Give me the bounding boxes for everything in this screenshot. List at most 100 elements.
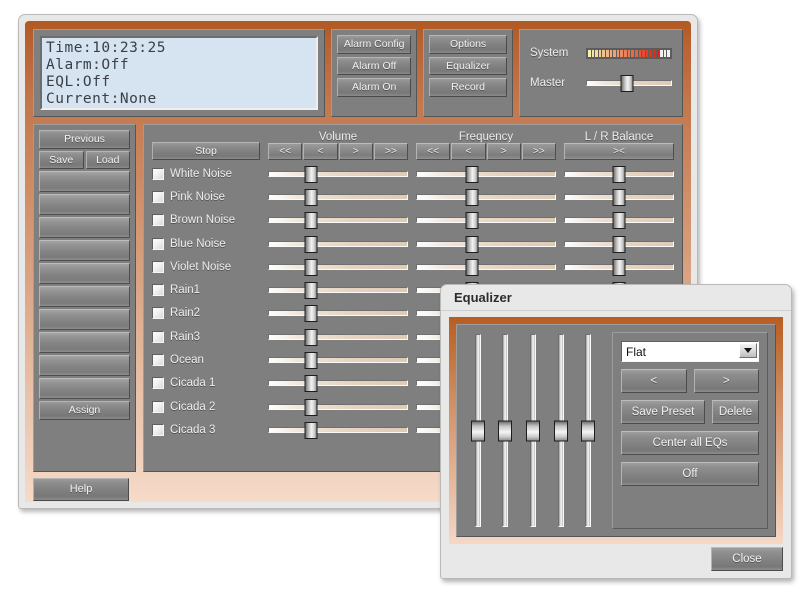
eq-off-button[interactable]: Off (621, 462, 759, 486)
balance-slider-thumb[interactable] (612, 258, 626, 276)
sound-enable-checkbox[interactable] (152, 423, 164, 436)
volume-column-nudge-next[interactable]: > (338, 143, 373, 160)
frequency-column-nudge-prevprev[interactable]: << (416, 143, 451, 160)
volume-slider-thumb[interactable] (304, 328, 318, 346)
stop-button[interactable]: Stop (152, 141, 260, 160)
eq-band-thumb[interactable] (525, 420, 540, 441)
volume-slider[interactable] (268, 282, 408, 300)
frequency-column-nudge-nextnext[interactable]: >> (521, 143, 556, 160)
balance-slider[interactable] (564, 165, 674, 183)
balance-slider-thumb[interactable] (612, 235, 626, 253)
eq-center-all-button[interactable]: Center all EQs (621, 431, 759, 455)
volume-slider[interactable] (268, 421, 408, 439)
frequency-slider[interactable] (416, 188, 556, 206)
eq-band-slider[interactable] (580, 332, 596, 529)
volume-slider[interactable] (268, 212, 408, 230)
sound-enable-checkbox[interactable] (152, 307, 164, 320)
frequency-column-nudge-next[interactable]: > (486, 143, 521, 160)
eq-band-slider[interactable] (525, 332, 541, 529)
volume-slider[interactable] (268, 375, 408, 393)
volume-column-nudge-prev[interactable]: < (303, 143, 338, 160)
frequency-slider-thumb[interactable] (465, 235, 479, 253)
frequency-slider[interactable] (416, 165, 556, 183)
volume-slider-thumb[interactable] (304, 398, 318, 416)
sound-enable-checkbox[interactable] (152, 167, 164, 180)
balance-slider[interactable] (564, 235, 674, 253)
alarm-on-button[interactable]: Alarm On (337, 78, 412, 97)
help-button[interactable]: Help (33, 478, 129, 501)
volume-slider-thumb[interactable] (304, 188, 318, 206)
eq-band-thumb[interactable] (553, 420, 568, 441)
frequency-slider[interactable] (416, 235, 556, 253)
balance-slider[interactable] (564, 212, 674, 230)
preset-slot[interactable] (39, 240, 130, 261)
eq-band-slider[interactable] (553, 332, 569, 529)
balance-slider[interactable] (564, 188, 674, 206)
volume-slider-thumb[interactable] (304, 258, 318, 276)
volume-slider-thumb[interactable] (304, 305, 318, 323)
options-button[interactable]: Options (429, 35, 507, 54)
alarm-off-button[interactable]: Alarm Off (337, 56, 412, 75)
volume-slider-thumb[interactable] (304, 212, 318, 230)
preset-slot[interactable] (39, 286, 130, 307)
balance-slider-thumb[interactable] (612, 165, 626, 183)
volume-slider-thumb[interactable] (304, 235, 318, 253)
frequency-slider[interactable] (416, 258, 556, 276)
sound-enable-checkbox[interactable] (152, 330, 164, 343)
volume-slider[interactable] (268, 188, 408, 206)
volume-slider[interactable] (268, 258, 408, 276)
preset-slot[interactable] (39, 217, 130, 238)
chevron-down-icon[interactable] (739, 343, 757, 358)
sound-enable-checkbox[interactable] (152, 237, 164, 250)
volume-slider[interactable] (268, 328, 408, 346)
sound-enable-checkbox[interactable] (152, 284, 164, 297)
eq-band-thumb[interactable] (470, 420, 485, 441)
eq-prev-preset-button[interactable]: < (621, 369, 687, 393)
balance-slider-thumb[interactable] (612, 188, 626, 206)
balance-column-nudge-nextprev[interactable]: >< (564, 143, 674, 160)
eq-band-thumb[interactable] (581, 420, 596, 441)
sound-enable-checkbox[interactable] (152, 377, 164, 390)
preset-slot[interactable] (39, 378, 130, 399)
sound-enable-checkbox[interactable] (152, 400, 164, 413)
volume-slider[interactable] (268, 235, 408, 253)
record-button[interactable]: Record (429, 78, 507, 97)
volume-slider[interactable] (268, 398, 408, 416)
frequency-slider-thumb[interactable] (465, 165, 479, 183)
frequency-slider-thumb[interactable] (465, 188, 479, 206)
save-button[interactable]: Save (39, 150, 84, 169)
volume-slider-thumb[interactable] (304, 375, 318, 393)
eq-band-thumb[interactable] (498, 420, 513, 441)
volume-slider[interactable] (268, 305, 408, 323)
frequency-column-nudge-prev[interactable]: < (451, 143, 486, 160)
volume-slider[interactable] (268, 352, 408, 370)
frequency-slider-thumb[interactable] (465, 258, 479, 276)
volume-slider-thumb[interactable] (304, 421, 318, 439)
assign-button[interactable]: Assign (39, 401, 130, 420)
previous-button[interactable]: Previous (39, 130, 130, 149)
preset-slot[interactable] (39, 355, 130, 376)
load-button[interactable]: Load (85, 150, 130, 169)
volume-column-nudge-nextnext[interactable]: >> (373, 143, 408, 160)
preset-slot[interactable] (39, 171, 130, 192)
preset-slot[interactable] (39, 194, 130, 215)
sound-enable-checkbox[interactable] (152, 214, 164, 227)
eq-band-slider[interactable] (470, 332, 486, 529)
eq-band-slider[interactable] (497, 332, 513, 529)
volume-slider-thumb[interactable] (304, 352, 318, 370)
eq-save-preset-button[interactable]: Save Preset (621, 400, 705, 424)
balance-slider-thumb[interactable] (612, 212, 626, 230)
preset-slot[interactable] (39, 309, 130, 330)
eq-delete-preset-button[interactable]: Delete (712, 400, 759, 424)
alarm-config-button[interactable]: Alarm Config (337, 35, 412, 54)
eq-preset-select[interactable]: Flat (621, 341, 759, 362)
close-button[interactable]: Close (711, 547, 783, 571)
preset-slot[interactable] (39, 332, 130, 353)
volume-slider[interactable] (268, 165, 408, 183)
volume-column-nudge-prevprev[interactable]: << (268, 143, 303, 160)
frequency-slider[interactable] (416, 212, 556, 230)
eq-next-preset-button[interactable]: > (693, 369, 759, 393)
master-slider-thumb[interactable] (620, 75, 634, 92)
equalizer-button[interactable]: Equalizer (429, 56, 507, 75)
master-slider[interactable] (585, 75, 673, 92)
